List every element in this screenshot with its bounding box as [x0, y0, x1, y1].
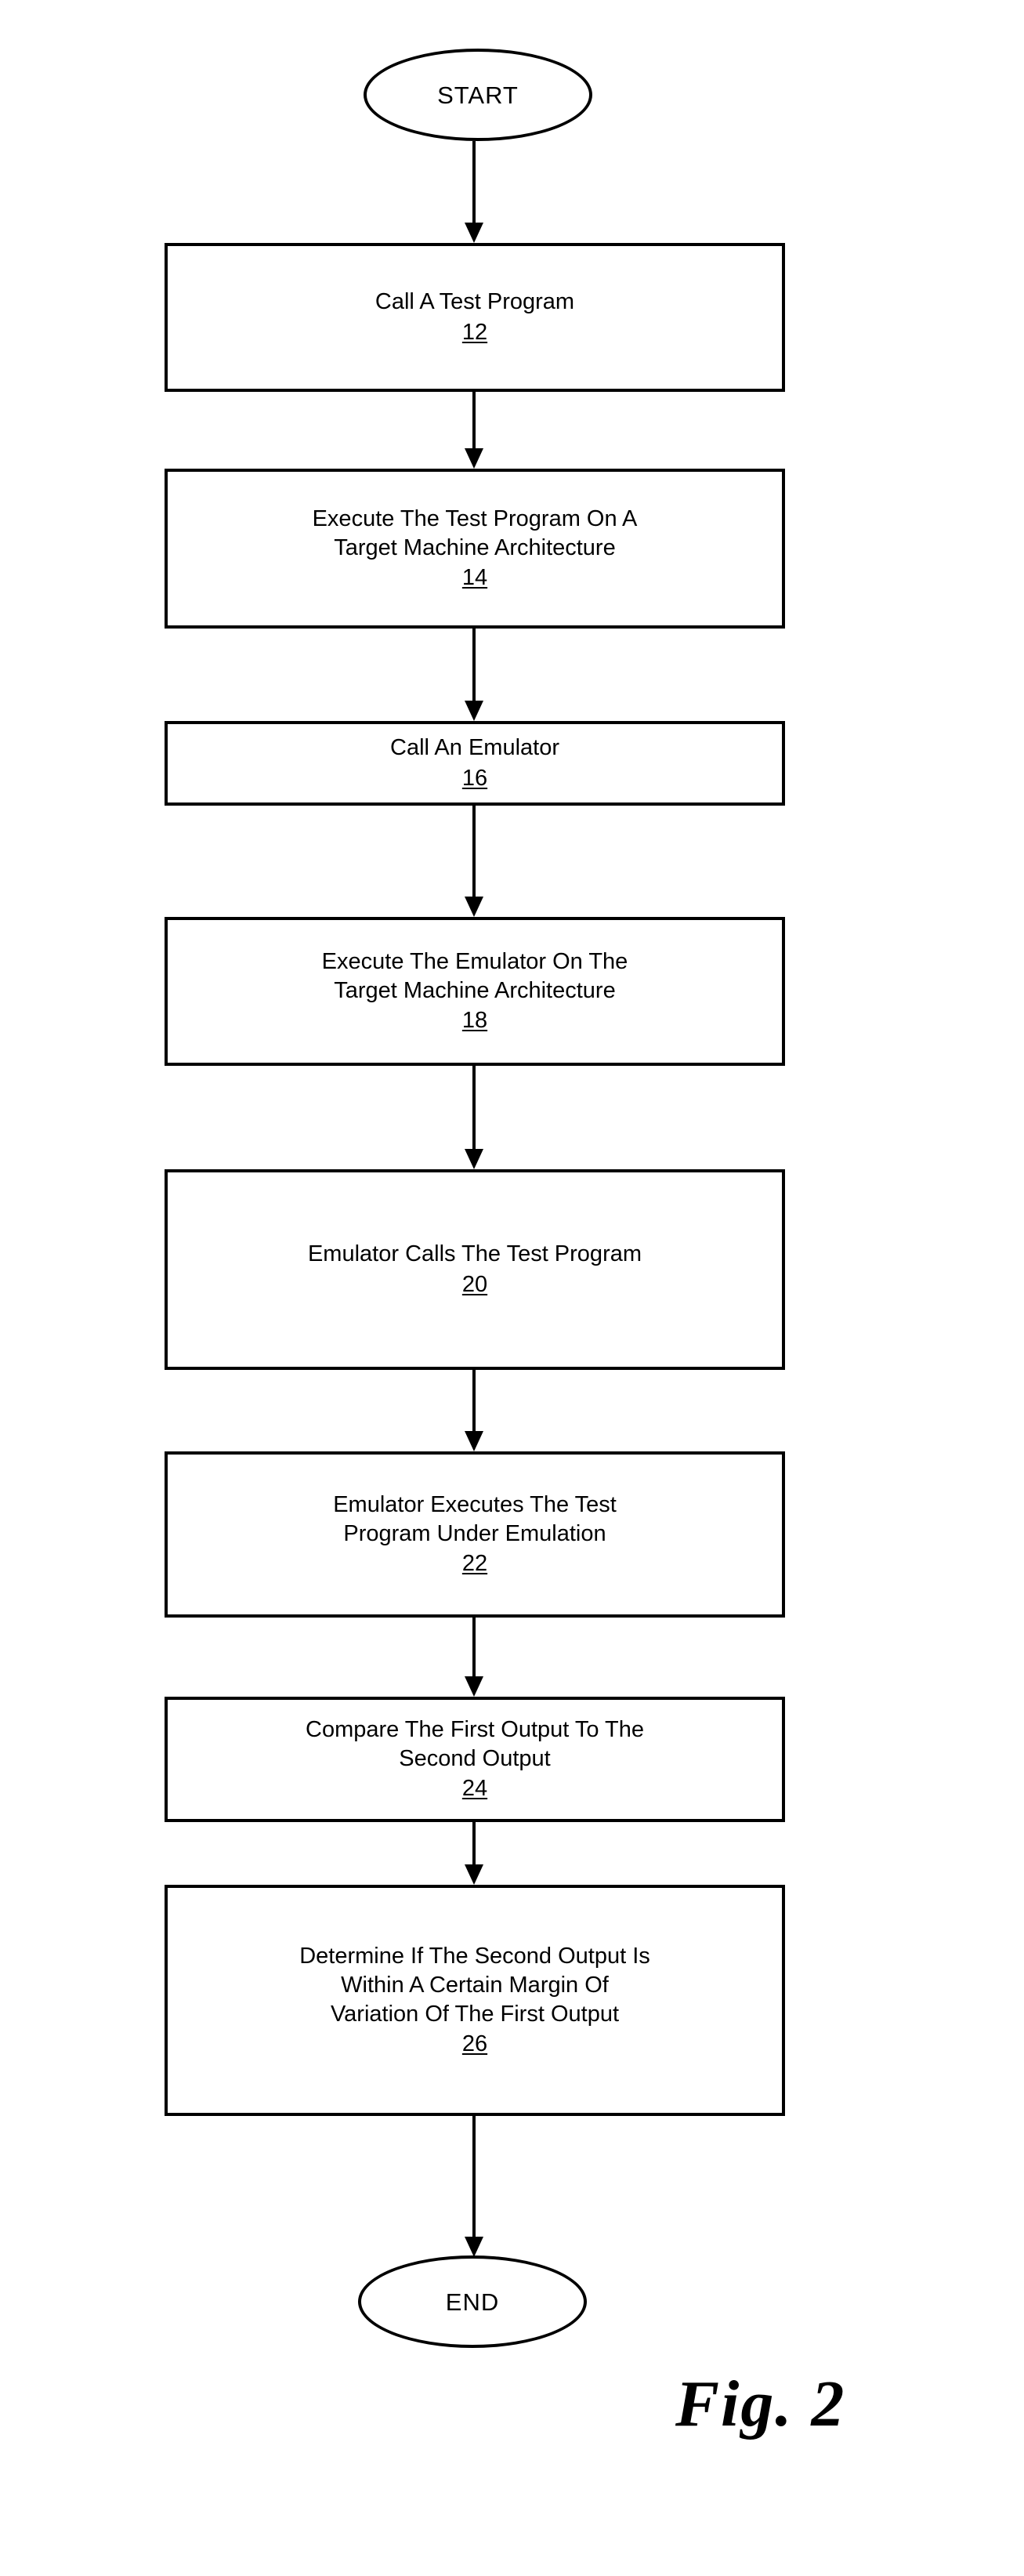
figure-caption: Fig. 2 [675, 2368, 846, 2440]
connector-shaft [472, 2116, 476, 2237]
process-box-label: Execute The Test Program On A Target Mac… [312, 506, 638, 560]
process-box-label: Execute The Emulator On The Target Machi… [321, 949, 628, 1003]
connector-shaft [472, 1066, 476, 1149]
arrowhead-icon [465, 897, 483, 917]
process-box-reference-number: 20 [461, 1272, 488, 1297]
terminator-start: START [364, 49, 592, 141]
arrowhead-icon [465, 448, 483, 469]
arrowhead-icon [465, 1431, 483, 1451]
process-box-label: Compare The First Output To The Second O… [306, 1717, 644, 1771]
connector-shaft [472, 1822, 476, 1864]
process-box-step-16: Call An Emulator 16 [165, 721, 785, 806]
process-box-reference-number: 16 [461, 766, 488, 791]
arrowhead-icon [465, 1864, 483, 1885]
process-box-step-22: Emulator Executes The Test Program Under… [165, 1451, 785, 1618]
process-box-label: Call An Emulator [390, 735, 559, 761]
process-box-reference-number: 14 [461, 565, 488, 591]
process-box-step-12: Call A Test Program 12 [165, 243, 785, 392]
arrowhead-icon [465, 701, 483, 721]
arrowhead-icon [465, 2237, 483, 2257]
process-box-reference-number: 22 [461, 1551, 488, 1577]
process-box-step-24: Compare The First Output To The Second O… [165, 1697, 785, 1822]
process-box-step-14: Execute The Test Program On A Target Mac… [165, 469, 785, 629]
connector-shaft [472, 629, 476, 701]
connector-shaft [472, 806, 476, 897]
terminator-end-label: END [445, 2288, 500, 2316]
process-box-step-26: Determine If The Second Output Is Within… [165, 1885, 785, 2116]
process-box-label: Call A Test Program [375, 289, 575, 315]
process-box-reference-number: 12 [461, 320, 488, 345]
arrowhead-icon [465, 1676, 483, 1697]
process-box-label: Emulator Calls The Test Program [307, 1241, 642, 1267]
process-box-step-18: Execute The Emulator On The Target Machi… [165, 917, 785, 1066]
terminator-start-label: START [437, 81, 519, 109]
figure-page: START Call A Test Program 12 Execute The… [0, 0, 1024, 2576]
terminator-end: END [358, 2255, 587, 2348]
process-box-reference-number: 18 [461, 1008, 488, 1034]
process-box-reference-number: 26 [461, 2031, 488, 2057]
process-box-reference-number: 24 [461, 1776, 488, 1802]
process-box-label: Emulator Executes The Test Program Under… [333, 1492, 617, 1546]
connector-shaft [472, 392, 476, 448]
connector-shaft [472, 1370, 476, 1431]
connector-shaft [472, 1618, 476, 1676]
process-box-label: Determine If The Second Output Is Within… [299, 1944, 650, 2027]
connector-shaft [472, 141, 476, 223]
arrowhead-icon [465, 223, 483, 243]
arrowhead-icon [465, 1149, 483, 1169]
process-box-step-20: Emulator Calls The Test Program 20 [165, 1169, 785, 1370]
